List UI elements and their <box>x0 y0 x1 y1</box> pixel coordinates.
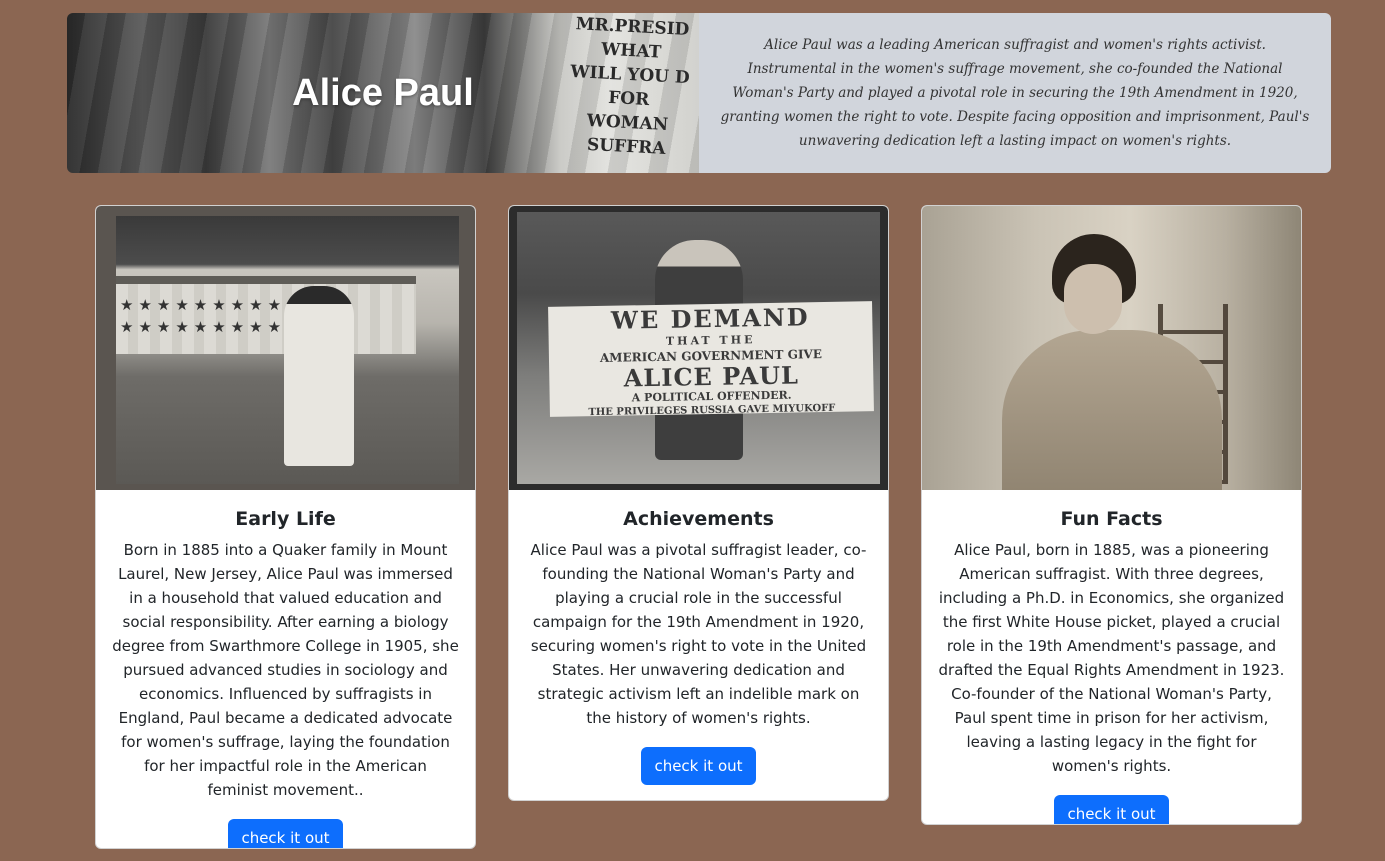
photo-alice-with-flag: ★★★★★★★★★★★ ★★★★★★★★★ <box>116 216 459 484</box>
card-title: Fun Facts <box>1060 508 1163 530</box>
card-early-life: ★★★★★★★★★★★ ★★★★★★★★★ Early Life Born in … <box>95 205 476 849</box>
figure-woman <box>284 286 354 466</box>
hero-photo: MR.PRESID WHAT WILL YOU D FOR WOMAN SUFF… <box>67 13 699 173</box>
card-text: Alice Paul, born in 1885, was a pioneeri… <box>938 541 1285 775</box>
card-text: Alice Paul was a pivotal suffragist lead… <box>530 541 867 727</box>
check-it-out-button[interactable]: check it out <box>641 747 756 785</box>
hero-banner: MR.PRESID WHAT WILL YOU D FOR WOMAN SUFF… <box>67 13 1331 173</box>
card-title: Early Life <box>235 508 336 530</box>
card-achievements: WE DEMAND THAT THE AMERICAN GOVERNMENT G… <box>508 205 889 801</box>
hero-description: Alice Paul was a leading American suffra… <box>699 13 1331 173</box>
page-title: Alice Paul <box>292 71 474 114</box>
card-text: Born in 1885 into a Quaker family in Mou… <box>112 541 459 799</box>
check-it-out-button[interactable]: check it out <box>1054 795 1169 824</box>
figure-dress <box>1002 330 1222 490</box>
card-fun-facts: Fun Facts Alice Paul, born in 1885, was … <box>921 205 1302 825</box>
card-image: ★★★★★★★★★★★ ★★★★★★★★★ <box>96 206 475 490</box>
card-image: WE DEMAND THAT THE AMERICAN GOVERNMENT G… <box>509 206 888 490</box>
card-title: Achievements <box>623 508 774 530</box>
figure-face <box>1064 264 1122 334</box>
protest-banner: WE DEMAND THAT THE AMERICAN GOVERNMENT G… <box>548 301 874 418</box>
card-image <box>922 206 1301 490</box>
check-it-out-button[interactable]: check it out <box>228 819 343 848</box>
